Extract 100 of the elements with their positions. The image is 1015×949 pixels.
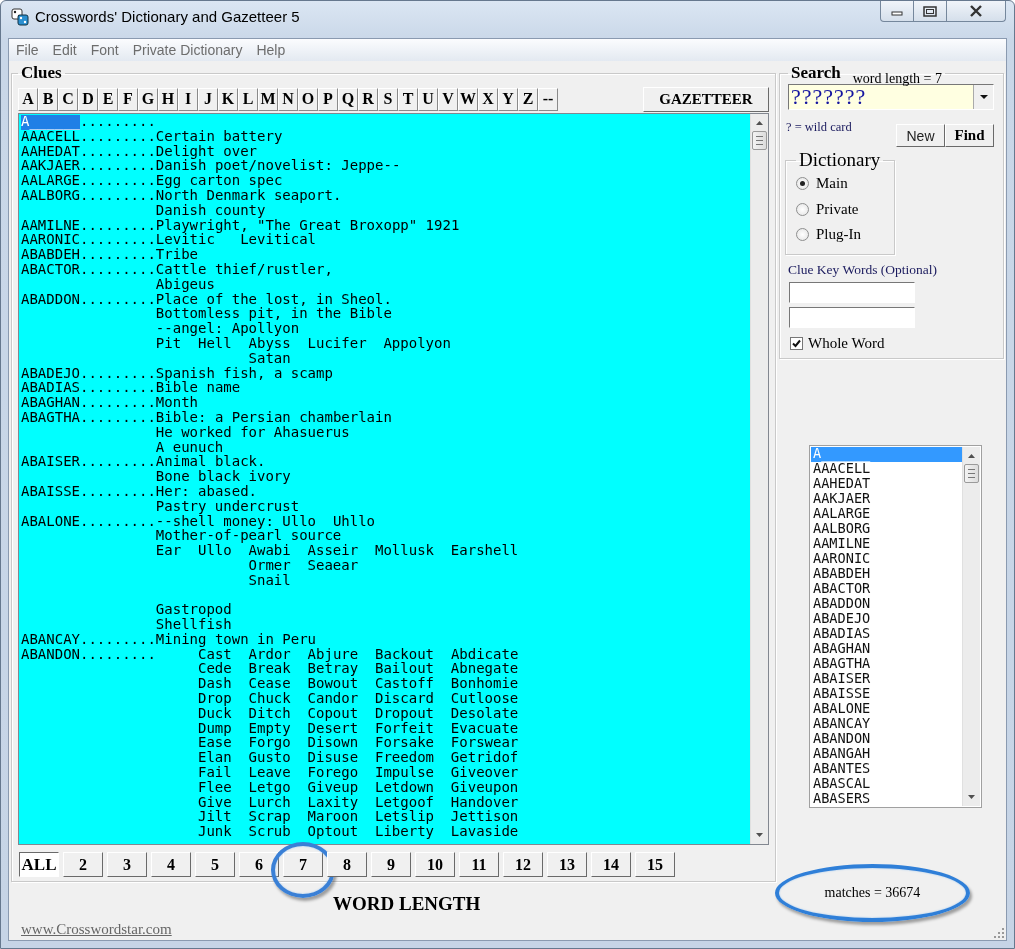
list-item[interactable]: ABASERS	[811, 791, 962, 806]
headword[interactable]: ABADDON	[21, 292, 80, 308]
headword[interactable]: ABACTOR	[21, 262, 80, 278]
list-item[interactable]: ABAGTHA	[811, 656, 962, 672]
letter-button[interactable]: X	[478, 87, 498, 111]
headword[interactable]: ABANDON	[21, 647, 80, 663]
letter-button[interactable]: D	[78, 87, 98, 111]
headword[interactable]: AALBORG	[21, 189, 80, 204]
headword[interactable]: ABAGTHA	[21, 410, 80, 426]
letter-button[interactable]: A	[18, 87, 38, 111]
scrollbar[interactable]	[962, 446, 980, 806]
radio-button[interactable]	[796, 202, 809, 216]
letter-button[interactable]: F	[118, 87, 138, 111]
list-item[interactable]: AARONIC	[811, 551, 962, 567]
headword[interactable]: AAKJAER	[21, 159, 80, 175]
headword[interactable]: ABABDEH	[21, 248, 80, 263]
radio-button[interactable]	[796, 228, 809, 242]
radio-button[interactable]	[796, 177, 809, 191]
list-item[interactable]: AAKJAER	[811, 491, 962, 507]
list-item[interactable]: AAACELL	[811, 461, 962, 477]
list-item[interactable]: ABALONE	[811, 701, 962, 717]
letter-button[interactable]: J	[198, 87, 218, 111]
letter-button[interactable]: --	[538, 87, 558, 111]
list-item[interactable]: ABANDON	[811, 731, 962, 747]
letter-button[interactable]: M	[258, 87, 278, 111]
headword[interactable]: A______	[21, 115, 80, 130]
radio-label[interactable]: Private	[816, 200, 859, 218]
headword[interactable]: ABAISSE	[21, 484, 80, 500]
list-item[interactable]: ABASCAL	[811, 776, 962, 792]
letter-button[interactable]: V	[438, 87, 458, 111]
list-item[interactable]: ABANCAY	[811, 716, 962, 732]
list-item[interactable]: ABAISER	[811, 671, 962, 687]
headword[interactable]: AAHEDAT	[21, 144, 80, 160]
word-length-button[interactable]: 11	[459, 852, 499, 877]
letter-button[interactable]: H	[158, 87, 178, 111]
list-item[interactable]: ABABDEH	[811, 566, 962, 582]
word-length-button[interactable]: 6	[239, 852, 279, 877]
word-length-button[interactable]: 14	[591, 852, 631, 877]
scroll-thumb[interactable]	[964, 463, 979, 483]
radio-label[interactable]: Plug-In	[816, 226, 861, 244]
word-length-button[interactable]: 10	[415, 852, 455, 877]
list-item[interactable]: ABADIAS	[811, 626, 962, 642]
menu-item[interactable]: Private Dictionary	[125, 42, 250, 58]
list-item[interactable]: ABANGAH	[811, 746, 962, 762]
headword[interactable]: AAMILNE	[21, 218, 80, 234]
word-length-button[interactable]: 12	[503, 852, 543, 877]
word-length-button[interactable]: 7	[283, 852, 323, 877]
letter-button[interactable]: E	[98, 87, 118, 111]
letter-button[interactable]: S	[378, 87, 398, 111]
word-length-button[interactable]: ALL	[19, 852, 59, 877]
word-length-button[interactable]: 5	[195, 852, 235, 877]
maximize-button[interactable]	[914, 1, 947, 22]
gazetteer-button[interactable]: GAZETTEER	[643, 86, 769, 112]
new-button[interactable]: New	[896, 124, 945, 147]
list-item[interactable]: ABADDON	[811, 596, 962, 612]
letter-button[interactable]: L	[238, 87, 258, 111]
letter-button[interactable]: C	[58, 87, 78, 111]
headword[interactable]: AALARGE	[21, 174, 80, 189]
word-length-button[interactable]: 13	[547, 852, 587, 877]
close-button[interactable]	[947, 1, 1006, 22]
list-item[interactable]: AAHEDAT	[811, 476, 962, 492]
scrollbar[interactable]	[750, 114, 768, 844]
list-item[interactable]: AALBORG	[811, 521, 962, 537]
headword[interactable]: ABAGHAN	[21, 396, 80, 411]
letter-button[interactable]: Q	[338, 87, 358, 111]
letter-button[interactable]: O	[298, 87, 318, 111]
menu-item[interactable]: Font	[83, 42, 126, 58]
list-item[interactable]: ABADEJO	[811, 611, 962, 627]
headword[interactable]: ABADIAS	[21, 381, 80, 397]
letter-button[interactable]: I	[178, 87, 198, 111]
checkbox-label[interactable]: Whole Word	[808, 334, 885, 352]
headword[interactable]: ABANCAY	[21, 632, 80, 648]
letter-button[interactable]: T	[398, 87, 418, 111]
headword[interactable]: AARONIC	[21, 233, 80, 249]
list-item[interactable]: AAMILNE	[811, 536, 962, 552]
word-length-button[interactable]: 2	[63, 852, 103, 877]
list-item[interactable]: ABAISSE	[811, 686, 962, 702]
list-item[interactable]: ABAGHAN	[811, 641, 962, 657]
letter-button[interactable]: P	[318, 87, 338, 111]
checkbox[interactable]	[790, 336, 803, 350]
list-item[interactable]: ABACTOR	[811, 581, 962, 597]
word-length-button[interactable]: 3	[107, 852, 147, 877]
letter-button[interactable]: B	[38, 87, 58, 111]
word-length-button[interactable]: 9	[371, 852, 411, 877]
letter-button[interactable]: Z	[518, 87, 538, 111]
word-length-button[interactable]: 15	[635, 852, 675, 877]
key-word-field[interactable]	[789, 281, 915, 303]
list-item[interactable]: AALARGE	[811, 506, 962, 522]
letter-button[interactable]: U	[418, 87, 438, 111]
menu-item[interactable]: File	[9, 42, 46, 58]
website-link[interactable]: www.Crosswordstar.com	[21, 921, 172, 938]
scroll-thumb[interactable]	[752, 131, 767, 150]
letter-button[interactable]: G	[138, 87, 158, 111]
headword[interactable]: AAACELL	[21, 129, 80, 145]
find-button[interactable]: Find	[945, 124, 994, 147]
menu-item[interactable]: Help	[249, 42, 293, 58]
list-item[interactable]: ABANTES	[811, 761, 962, 777]
headword[interactable]: ABAISER	[21, 455, 80, 471]
headword[interactable]: ABADEJO	[21, 366, 80, 382]
key-word-field[interactable]	[789, 306, 915, 328]
